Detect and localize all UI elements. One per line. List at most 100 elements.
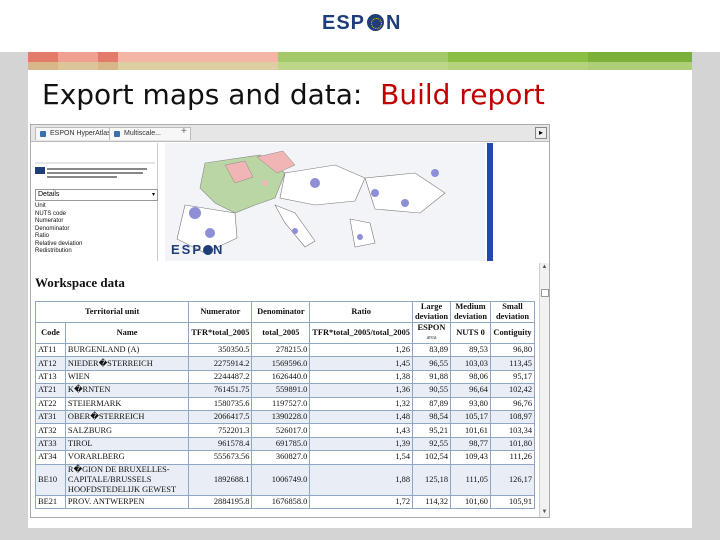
table-cell-medium: 105,17 [450, 409, 491, 425]
table-row[interactable]: AT11 BURGENLAND (A) 350350.5 278215.0 1,26 83… [35, 342, 536, 358]
table-cell-small: 96,76 [489, 396, 536, 411]
table-cell-code: AT33 [35, 436, 66, 452]
eu-stars-icon [367, 14, 385, 31]
table-cell-small: 96,80 [489, 342, 536, 358]
table-cell-medium: 96,64 [450, 383, 491, 398]
list-item: Redistribution [35, 248, 72, 254]
table-cell-name: R�GION DE BRUXELLES-CAPITALE/BRUSSELS HO… [64, 463, 190, 496]
table-cell-medium: 89,53 [450, 342, 491, 358]
table-row[interactable]: BE21 PROV. ANTWERPEN 2884195.8 1676858.0 1,7… [35, 494, 536, 509]
app-icon [40, 131, 46, 137]
table-cell-name: OBER�STERREICH [64, 409, 190, 425]
header-denominator-var: total_2005 [251, 322, 311, 344]
details-dropdown[interactable]: Details ▾ [35, 189, 158, 201]
table-cell-large: 92,55 [411, 436, 452, 452]
table-cell-medium: 93,80 [450, 396, 491, 411]
table-row[interactable]: AT12 NIEDER�STERREICH 2275914.2 1569596.0 1,… [35, 356, 536, 371]
table-row[interactable]: AT32 SALZBURG 752201.3 526017.0 1,43 95,21 101… [35, 423, 536, 438]
table-cell-ratio: 1,36 [309, 383, 413, 398]
list-item: NUTS code [35, 210, 67, 217]
header-espon: ESPON area [411, 322, 452, 344]
table-row[interactable]: AT34 VORARLBERG 555673.56 360827.0 1,54 102,5… [35, 450, 536, 465]
table-cell-num: 2884195.8 [188, 494, 253, 509]
table-row[interactable]: BE10 R�GION DE BRUXELLES-CAPITALE/BRUSSEL… [35, 463, 536, 496]
table-cell-code: AT21 [35, 383, 66, 398]
table-cell-name: K�RNTEN [64, 383, 190, 398]
table-cell-den: 526017.0 [251, 423, 311, 438]
table-cell-small: 126,17 [489, 463, 536, 496]
table-cell-den: 278215.0 [251, 342, 311, 358]
scroll-up-icon[interactable]: ▲ [540, 263, 549, 272]
header-numerator-var: TFR*total_2005 [188, 322, 253, 344]
table-cell-num: 2066417.5 [188, 409, 253, 425]
table-cell-ratio: 1,39 [309, 436, 413, 452]
table-cell-num: 2244487.2 [188, 369, 253, 385]
map-scrollbar[interactable] [487, 143, 493, 261]
header-contiguity: Contiguity [489, 322, 536, 344]
workspace-title: Workspace data [35, 275, 125, 290]
table-cell-ratio: 1,26 [309, 342, 413, 358]
scroll-down-icon[interactable]: ▼ [540, 508, 549, 517]
table-cell-num: 555673.56 [188, 450, 253, 465]
eu-flag-icon [35, 167, 45, 174]
table-row[interactable]: AT31 OBER�STERREICH 2066417.5 1390228.0 1,48… [35, 409, 536, 425]
table-row[interactable]: AT22 STEIERMARK 1580735.6 1197527.0 1,32 87,8… [35, 396, 536, 411]
table-cell-code: BE21 [35, 494, 66, 509]
header-small-deviation: Small deviation [489, 301, 536, 323]
header-ratio-var: TFR*total_2005/total_2005 [309, 322, 413, 344]
table-header-row: Territorial unit Numerator Denominator R… [34, 301, 536, 323]
table-cell-medium: 109,43 [450, 450, 491, 465]
table-cell-large: 98,54 [411, 409, 452, 425]
table-cell-num: 350350.5 [188, 342, 253, 358]
table-cell-den: 1676858.0 [251, 494, 311, 509]
new-tab-button[interactable]: + [181, 126, 187, 137]
list-item: Unit [35, 203, 46, 209]
eu-stars-icon [203, 245, 214, 255]
table-row[interactable]: AT21 K�RNTEN 761451.75 559891.0 1,36 90,55 96,… [35, 383, 536, 398]
table-cell-medium: 103,03 [450, 356, 491, 371]
slide-title-area: Export maps and data: Build report [28, 70, 692, 120]
table-cell-num: 761451.75 [188, 383, 253, 398]
table-cell-num: 1580735.6 [188, 396, 253, 411]
table-cell-large: 83,89 [411, 342, 452, 358]
table-row[interactable]: AT13 WIEN 2244487.2 1626440.0 1,38 91,88 98,06… [35, 369, 536, 385]
table-cell-name: SALZBURG [64, 423, 190, 438]
table-cell-den: 1569596.0 [251, 356, 311, 371]
table-cell-code: AT32 [35, 423, 66, 438]
table-cell-ratio: 1,45 [309, 356, 413, 371]
list-item: Relative deviation [35, 240, 83, 247]
table-cell-small: 108,97 [489, 409, 536, 425]
table-cell-den: 1197527.0 [251, 396, 311, 411]
table-cell-ratio: 1,32 [309, 396, 413, 411]
header-code: Code [35, 322, 66, 344]
table-subheader-row: Code Name TFR*total_2005 total_2005 TFR*… [35, 322, 536, 344]
panel-header-graphic [35, 143, 155, 165]
vertical-scrollbar[interactable]: ▲ ▼ [539, 263, 549, 517]
table-row[interactable]: AT33 TIROL 961578.4 691785.0 1,39 92,55 98,77 1… [35, 436, 536, 452]
table-cell-den: 360827.0 [251, 450, 311, 465]
panel-caption-lines [47, 168, 147, 178]
header-nuts0: NUTS 0 [450, 322, 491, 344]
table-cell-num: 752201.3 [188, 423, 253, 438]
browser-tab-bar: ESPON HyperAtlas v2 Multiscale... + ▸ [31, 125, 549, 142]
workspace-table: Territorial unit Numerator Denominator R… [34, 301, 536, 509]
table-cell-medium: 98,77 [450, 436, 491, 452]
decorative-band [28, 52, 692, 70]
header-denominator: Denominator [251, 301, 311, 323]
table-cell-ratio: 1,72 [309, 494, 413, 509]
details-panel: Details ▾ Unit NUTS code Numerator Denom… [35, 143, 158, 261]
scroll-thumb[interactable] [541, 289, 549, 297]
table-cell-large: 125,18 [411, 463, 452, 496]
table-cell-medium: 98,06 [450, 369, 491, 385]
left-gray-margin [0, 0, 28, 540]
list-item: Ratio [35, 233, 50, 239]
tab-multiscale[interactable]: Multiscale... [109, 127, 191, 140]
header-territorial-unit: Territorial unit [34, 301, 190, 323]
table-cell-ratio: 1,38 [309, 369, 413, 385]
header-numerator: Numerator [188, 301, 253, 323]
map-espon-watermark: ESP N [171, 242, 225, 257]
table-cell-ratio: 1,43 [309, 423, 413, 438]
table-cell-medium: 101,61 [450, 423, 491, 438]
window-control-icon[interactable]: ▸ [535, 127, 547, 139]
table-cell-large: 102,54 [411, 450, 452, 465]
